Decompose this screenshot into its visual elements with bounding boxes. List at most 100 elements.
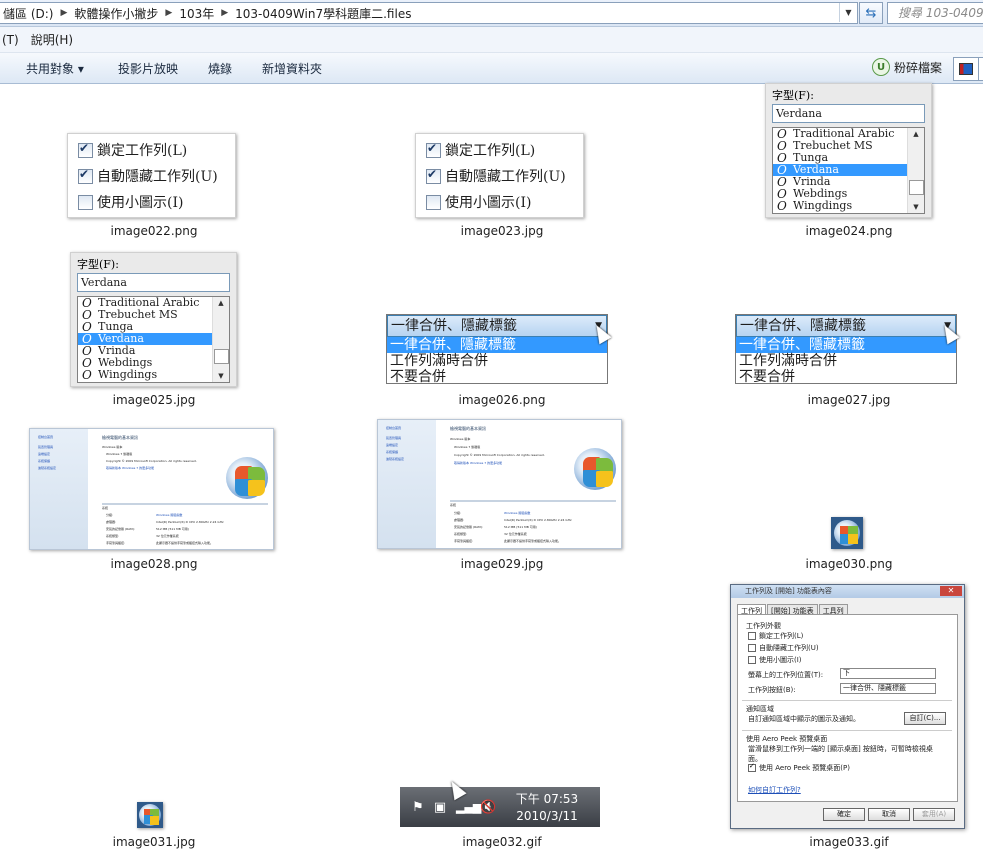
- file-thumbnail[interactable]: 控制台首頁 裝置管理員 遠端設定 系統保護 進階系統設定 檢視電腦的基本資訊 W…: [29, 428, 274, 550]
- option-label: 自動隱藏工作列(U): [445, 169, 566, 185]
- combine-option: 工作列滿時合併: [739, 353, 837, 369]
- file-name[interactable]: image025.jpg: [69, 393, 239, 407]
- checkbox-unchecked-icon: [748, 632, 756, 640]
- file-name[interactable]: image022.png: [69, 224, 239, 238]
- file-thumbnail[interactable]: [137, 802, 163, 828]
- breadcrumb-separator-icon[interactable]: ▶: [56, 8, 71, 18]
- font-item: Wingdings: [773, 200, 924, 213]
- new-folder-button[interactable]: 新增資料夾: [262, 60, 322, 77]
- address-history-dropdown-icon[interactable]: ▼: [839, 3, 857, 22]
- file-thumbnail[interactable]: 鎖定工作列(L) 自動隱藏工作列(U) 使用小圖示(I): [67, 133, 236, 218]
- burn-button[interactable]: 燒錄: [208, 60, 232, 77]
- option-label: 自動隱藏工作列(U): [759, 644, 819, 652]
- address-bar[interactable]: 儲區 (D:) ▶ 軟體操作小撇步 ▶ 103年 ▶ 103-0409Win7學…: [0, 2, 858, 24]
- help-link: 如何自訂工作列?: [748, 786, 801, 794]
- ok-button: 確定: [823, 808, 865, 821]
- sys-value: 此顯示器不提供手寫筆或觸控式輸入功能。: [156, 541, 214, 545]
- preview-pane-button[interactable]: [978, 57, 983, 81]
- combine-dropdown-head: 一律合併、隱藏標籤 ▼: [736, 315, 956, 337]
- file-name[interactable]: image024.png: [764, 224, 934, 238]
- side-item: 進階系統設定: [386, 457, 405, 461]
- combine-current: 一律合併、隱藏標籤: [391, 318, 517, 334]
- menu-help[interactable]: 說明(H): [29, 31, 83, 48]
- file-name[interactable]: image028.png: [69, 557, 239, 571]
- font-value: Verdana: [77, 273, 230, 292]
- change-view-button[interactable]: [953, 57, 979, 81]
- file-thumbnail[interactable]: 字型(F): Verdana Traditional Arabic Trebuc…: [70, 252, 237, 387]
- share-with-button[interactable]: 共用對象 ▾: [26, 60, 84, 77]
- checkbox-row: 使用小圖示(I): [78, 189, 235, 215]
- file-thumbnail[interactable]: [831, 517, 863, 549]
- file-thumbnail[interactable]: 鎖定工作列(L) 自動隱藏工作列(U) 使用小圖示(I): [415, 133, 584, 218]
- sys-label: 安裝的記憶體 (RAM):: [106, 527, 135, 531]
- font-value: Verdana: [772, 104, 925, 123]
- file-name[interactable]: image026.png: [417, 393, 587, 407]
- file-name[interactable]: image033.gif: [764, 835, 934, 849]
- checkbox-checked-icon: [748, 762, 756, 772]
- checkbox-row: 使用小圖示(I): [426, 189, 583, 215]
- font-label: 字型(F):: [772, 89, 814, 102]
- scroll-up-icon: ▲: [913, 130, 919, 138]
- breadcrumb-separator-icon[interactable]: ▶: [161, 8, 176, 18]
- windows-orb-icon: [139, 804, 161, 826]
- network-icon: ▂▄▆: [456, 801, 482, 814]
- breadcrumb-folder[interactable]: 103年: [176, 5, 217, 22]
- sys-edition-header: Windows 版本: [102, 445, 123, 449]
- sys-label: 分級:: [454, 511, 462, 515]
- breadcrumb-folder[interactable]: 軟體操作小撇步: [71, 5, 161, 22]
- menu-tools[interactable]: (T): [0, 33, 29, 47]
- file-thumbnail[interactable]: 一律合併、隱藏標籤 ▼ 一律合併、隱藏標籤 工作列滿時合併 不要合併: [386, 314, 608, 385]
- sys-upgrade-link: 取得新版本 Windows 7 的更多功能: [106, 466, 155, 470]
- font-label: 字型(F):: [77, 258, 119, 271]
- checkbox-unchecked-icon: [748, 644, 756, 652]
- position-select: 下: [840, 668, 936, 679]
- dialog-option: 使用小圖示(I): [748, 655, 802, 665]
- position-label: 螢幕上的工作列位置(T):: [748, 671, 824, 679]
- search-input[interactable]: 搜尋 103-0409W: [887, 2, 983, 24]
- file-name[interactable]: image031.jpg: [69, 835, 239, 849]
- combine-dropdown-head: 一律合併、隱藏標籤 ▼: [387, 315, 607, 337]
- section-label: 通知區域: [746, 705, 774, 713]
- file-name[interactable]: image023.jpg: [417, 224, 587, 238]
- sys-label: 處理器:: [454, 518, 465, 522]
- shred-file-button[interactable]: U 粉碎檔案: [872, 58, 942, 76]
- dialog-option: 使用 Aero Peek 預覽桌面(P): [748, 762, 850, 773]
- scrollbar: ▲ ▼: [907, 128, 924, 213]
- scroll-thumb: [909, 180, 924, 195]
- file-thumbnail[interactable]: 一律合併、隱藏標籤 ▼ 一律合併、隱藏標籤 工作列滿時合併 不要合併: [735, 314, 957, 385]
- file-name[interactable]: image029.jpg: [417, 557, 587, 571]
- sys-label: 處理器:: [106, 520, 117, 524]
- peek-text: 當滑鼠移到工作列一端的 [顯示桌面] 按鈕時，可暫時檢視桌面。: [748, 745, 933, 763]
- refresh-icon[interactable]: ⇆: [859, 2, 883, 24]
- sys-edition: Windows 7 旗艦版: [106, 452, 133, 456]
- sys-title: 檢視電腦的基本資訊: [450, 426, 486, 431]
- sys-label: 安裝的記憶體 (RAM):: [454, 525, 483, 529]
- customize-button: 自訂(C)...: [904, 712, 946, 725]
- side-item: 裝置管理員: [386, 436, 402, 440]
- sys-value: Intel(R) Pentium(R) D CPU 2.80GHz 2.24 G…: [156, 520, 224, 524]
- file-name[interactable]: image027.jpg: [764, 393, 934, 407]
- file-name[interactable]: image030.png: [764, 557, 934, 571]
- sys-title: 檢視電腦的基本資訊: [102, 435, 138, 440]
- file-name[interactable]: image032.gif: [417, 835, 587, 849]
- breadcrumb-current[interactable]: 103-0409Win7學科題庫二.files: [232, 5, 414, 22]
- option-label: 鎖定工作列(L): [759, 632, 804, 640]
- breadcrumb-separator-icon[interactable]: ▶: [217, 8, 232, 18]
- sys-value: 32 位元作業系統: [504, 532, 527, 536]
- divider: [742, 730, 952, 731]
- buttons-label: 工作列按鈕(B):: [748, 686, 796, 694]
- address-bar-area: 儲區 (D:) ▶ 軟體操作小撇步 ▶ 103年 ▶ 103-0409Win7學…: [0, 0, 983, 27]
- breadcrumb-drive[interactable]: 儲區 (D:): [0, 5, 56, 22]
- view-icon: [959, 63, 973, 75]
- checkbox-row: 鎖定工作列(L): [78, 137, 235, 163]
- file-thumbnail[interactable]: 工作列及 [開始] 功能表內容 ✕ 工作列 [開始] 功能表 工具列 工作列外觀…: [730, 584, 965, 829]
- sys-label: 手寫筆與觸控:: [454, 539, 474, 543]
- checkbox-row: 自動隱藏工作列(U): [426, 163, 583, 189]
- slideshow-button[interactable]: 投影片放映: [118, 60, 178, 77]
- option-label: 鎖定工作列(L): [445, 143, 536, 159]
- file-thumbnail[interactable]: 控制台首頁 裝置管理員 遠端設定 系統保護 進階系統設定 檢視電腦的基本資訊 W…: [377, 419, 622, 549]
- sys-edition: Windows 7 旗艦版: [454, 445, 481, 449]
- sys-copyright: Copyright © 2009 Microsoft Corporation. …: [106, 459, 197, 463]
- checkbox-checked-icon: [78, 141, 93, 158]
- file-thumbnail[interactable]: 字型(F): Verdana Traditional Arabic Trebuc…: [765, 83, 932, 218]
